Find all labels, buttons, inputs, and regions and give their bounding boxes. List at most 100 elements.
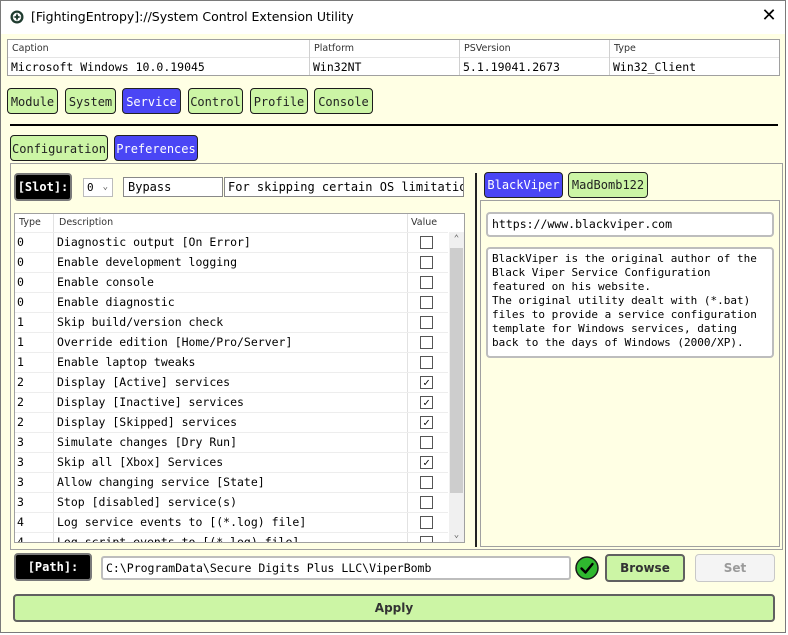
- platform-value[interactable]: Win32NT: [313, 60, 361, 74]
- column-header: Type: [614, 43, 636, 54]
- table-row[interactable]: 0 Enable console: [15, 272, 448, 292]
- row-value-checkbox[interactable]: ✓: [420, 396, 433, 409]
- row-description: Log script events to [(*.log) file]: [57, 535, 300, 543]
- row-value-checkbox[interactable]: [420, 516, 433, 529]
- author-url-field[interactable]: https://www.blackviper.com: [486, 212, 774, 237]
- row-value-checkbox[interactable]: [420, 236, 433, 249]
- tab-control[interactable]: Control: [188, 88, 243, 114]
- row-type: 3: [17, 495, 24, 509]
- table-row[interactable]: 2 Display [Skipped] services ✓: [15, 412, 448, 432]
- column-header-type[interactable]: Type: [19, 217, 41, 228]
- tab-console[interactable]: Console: [314, 88, 373, 114]
- row-value-checkbox[interactable]: [420, 276, 433, 289]
- row-value-checkbox[interactable]: [420, 536, 433, 542]
- grid-scrollbar[interactable]: ⌃ ⌄: [449, 232, 464, 542]
- tab-preferences[interactable]: Preferences: [114, 135, 198, 161]
- table-row[interactable]: 0 Diagnostic output [On Error]: [15, 232, 448, 252]
- column-header-value[interactable]: Value: [411, 217, 437, 228]
- scroll-down-icon[interactable]: ⌄: [449, 528, 464, 542]
- slot-label: [Slot]:: [14, 173, 72, 201]
- row-value-checkbox[interactable]: ✓: [420, 456, 433, 469]
- preferences-grid: Type Description Value 0 Diagnostic outpu…: [14, 213, 465, 543]
- tab-module[interactable]: Module: [7, 88, 58, 114]
- path-input[interactable]: C:\ProgramData\Secure Digits Plus LLC\Vi…: [101, 556, 571, 580]
- row-description: Simulate changes [Dry Run]: [57, 435, 238, 449]
- table-row[interactable]: 4 Log script events to [(*.log) file]: [15, 532, 448, 543]
- table-row[interactable]: 1 Enable laptop tweaks: [15, 352, 448, 372]
- row-type: 1: [17, 315, 24, 329]
- table-row[interactable]: 2 Display [Active] services ✓: [15, 372, 448, 392]
- row-type: 0: [17, 235, 24, 249]
- table-row[interactable]: 2 Display [Inactive] services ✓: [15, 392, 448, 412]
- row-description: Display [Inactive] services: [57, 395, 244, 409]
- row-value-checkbox[interactable]: [420, 496, 433, 509]
- column-header-description[interactable]: Description: [59, 217, 113, 228]
- window-title: [FightingEntropy]://System Control Exten…: [31, 9, 354, 24]
- type-value[interactable]: Win32_Client: [613, 60, 696, 74]
- row-value-checkbox[interactable]: [420, 296, 433, 309]
- row-type: 2: [17, 395, 24, 409]
- system-info-grid: Caption Microsoft Windows 10.0.19045 Pla…: [7, 39, 780, 76]
- table-row[interactable]: 0 Enable development logging: [15, 252, 448, 272]
- column-header: PSVersion: [464, 43, 511, 54]
- row-description: Diagnostic output [On Error]: [57, 235, 251, 249]
- column-header: Platform: [314, 43, 355, 54]
- row-type: 0: [17, 275, 24, 289]
- slot-select[interactable]: 0 ⌄: [83, 178, 113, 197]
- section-divider: [10, 124, 778, 126]
- row-value-checkbox[interactable]: [420, 356, 433, 369]
- psversion-value[interactable]: 5.1.19041.2673: [463, 60, 560, 74]
- row-description: Skip all [Xbox] Services: [57, 455, 224, 469]
- check-circle-icon: [575, 556, 599, 580]
- row-description: Display [Active] services: [57, 375, 231, 389]
- table-row[interactable]: 0 Enable diagnostic: [15, 292, 448, 312]
- row-value-checkbox[interactable]: ✓: [420, 376, 433, 389]
- row-type: 3: [17, 455, 24, 469]
- row-value-checkbox[interactable]: [420, 336, 433, 349]
- table-row[interactable]: 3 Allow changing service [State]: [15, 472, 448, 492]
- row-description: Enable laptop tweaks: [57, 355, 196, 369]
- panel-splitter: [475, 173, 477, 547]
- set-button[interactable]: Set: [695, 554, 775, 582]
- row-value-checkbox[interactable]: [420, 476, 433, 489]
- fightingentropy-logo-icon: [10, 10, 24, 24]
- row-description: Allow changing service [State]: [57, 475, 265, 489]
- slot-description-field[interactable]: For skipping certain OS limitations: [224, 177, 464, 197]
- tab-blackviper[interactable]: BlackViper: [484, 172, 563, 198]
- row-value-checkbox[interactable]: [420, 436, 433, 449]
- tab-configuration[interactable]: Configuration: [10, 135, 108, 161]
- row-value-checkbox[interactable]: ✓: [420, 416, 433, 429]
- column-header: Caption: [12, 43, 49, 54]
- row-value-checkbox[interactable]: [420, 316, 433, 329]
- tab-service[interactable]: Service: [122, 88, 181, 114]
- table-row[interactable]: 3 Skip all [Xbox] Services ✓: [15, 452, 448, 472]
- row-description: Log service events to [(*.log) file]: [57, 515, 307, 529]
- row-description: Enable console: [57, 275, 154, 289]
- row-description: Enable development logging: [57, 255, 238, 269]
- row-description: Skip build/version check: [57, 315, 224, 329]
- row-value-checkbox[interactable]: [420, 256, 433, 269]
- table-row[interactable]: 3 Stop [disabled] service(s): [15, 492, 448, 512]
- tab-system[interactable]: System: [65, 88, 116, 114]
- row-type: 4: [17, 535, 24, 543]
- row-description: Stop [disabled] service(s): [57, 495, 238, 509]
- table-row[interactable]: 1 Override edition [Home/Pro/Server]: [15, 332, 448, 352]
- row-type: 3: [17, 435, 24, 449]
- browse-button[interactable]: Browse: [605, 554, 685, 582]
- title-bar: [FightingEntropy]://System Control Exten…: [1, 1, 785, 34]
- table-row[interactable]: 1 Skip build/version check: [15, 312, 448, 332]
- table-row[interactable]: 4 Log service events to [(*.log) file]: [15, 512, 448, 532]
- caption-column: Caption Microsoft Windows 10.0.19045: [8, 40, 310, 75]
- close-window-button[interactable]: ✕: [759, 6, 779, 26]
- row-type: 0: [17, 295, 24, 309]
- row-description: Enable diagnostic: [57, 295, 175, 309]
- scrollbar-thumb[interactable]: [450, 248, 463, 493]
- slot-name-field[interactable]: Bypass: [123, 177, 223, 197]
- tab-madbomb122[interactable]: MadBomb122: [568, 172, 648, 198]
- author-description[interactable]: BlackViper is the original author of the…: [486, 247, 774, 358]
- scroll-up-icon[interactable]: ⌃: [449, 232, 464, 246]
- caption-value[interactable]: Microsoft Windows 10.0.19045: [11, 60, 205, 74]
- apply-button[interactable]: Apply: [13, 594, 775, 622]
- table-row[interactable]: 3 Simulate changes [Dry Run]: [15, 432, 448, 452]
- tab-profile[interactable]: Profile: [250, 88, 308, 114]
